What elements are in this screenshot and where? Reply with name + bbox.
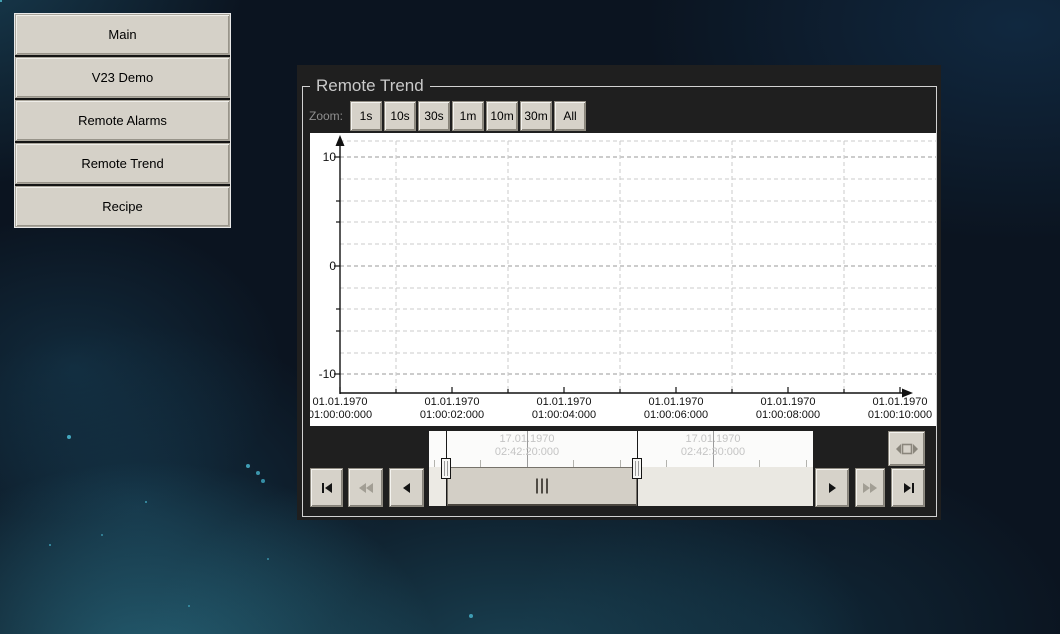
- fast-forward-icon: [861, 480, 879, 496]
- skip-to-start-button[interactable]: [310, 468, 343, 507]
- step-backward-icon: [399, 480, 415, 496]
- ruler-tick: [759, 460, 760, 467]
- zoom-button-1m[interactable]: 1m: [452, 101, 484, 131]
- ruler-tick: [573, 460, 574, 467]
- remote-trend-panel: Remote Trend Zoom: 1s 10s 30s 1m 10m 30m…: [297, 65, 941, 520]
- y-tick-label: 0: [310, 259, 336, 273]
- range-zoom-button[interactable]: [888, 431, 925, 466]
- thumb-grip-icon: [536, 479, 548, 494]
- step-forward-button[interactable]: [815, 468, 849, 507]
- fast-backward-button[interactable]: [348, 468, 383, 507]
- zoom-button-10m[interactable]: 10m: [486, 101, 518, 131]
- background-smoke-dots: [0, 0, 2, 2]
- sidebar-item-v23-demo[interactable]: V23 Demo: [15, 57, 230, 98]
- ruler-tick: [806, 460, 807, 467]
- ruler-tick: [480, 460, 481, 467]
- step-backward-button[interactable]: [389, 468, 424, 507]
- skip-to-start-icon: [319, 480, 335, 496]
- y-tick-label: 10: [310, 150, 336, 164]
- x-tick-label: 01.01.197001:00:10:000: [860, 396, 936, 422]
- sidebar-item-main[interactable]: Main: [15, 14, 230, 55]
- panel-title: Remote Trend: [310, 76, 430, 96]
- scrollbar-thumb[interactable]: [447, 467, 637, 506]
- fast-forward-button[interactable]: [855, 468, 885, 507]
- y-tick-label: -10: [310, 367, 336, 381]
- sidebar-item-recipe[interactable]: Recipe: [15, 186, 230, 227]
- zoom-button-30m[interactable]: 30m: [520, 101, 552, 131]
- step-forward-icon: [824, 480, 840, 496]
- sidebar: Main V23 Demo Remote Alarms Remote Trend…: [14, 13, 231, 228]
- skip-to-end-button[interactable]: [891, 468, 925, 507]
- fast-backward-icon: [357, 480, 375, 496]
- zoom-button-10s[interactable]: 10s: [384, 101, 416, 131]
- x-tick-label: 01.01.197001:00:08:000: [748, 396, 828, 422]
- range-handle-right[interactable]: [632, 458, 642, 479]
- range-zoom-icon: [895, 440, 919, 458]
- range-handle-left[interactable]: [441, 458, 451, 479]
- ruler-marker-label: 17.01.197002:42:20:000: [482, 433, 572, 459]
- chart-grid-and-axes: [310, 133, 936, 426]
- ruler-tick: [434, 460, 435, 467]
- zoom-label: Zoom:: [309, 109, 343, 123]
- zoom-button-all[interactable]: All: [554, 101, 586, 131]
- ruler-tick: [666, 460, 667, 467]
- ruler-tick: [620, 460, 621, 467]
- zoom-button-1s[interactable]: 1s: [350, 101, 382, 131]
- zoom-toolbar: Zoom: 1s 10s 30s 1m 10m 30m All: [309, 101, 588, 131]
- skip-to-end-icon: [900, 480, 916, 496]
- ruler-marker-label: 17.01.197002:42:30:000: [668, 433, 758, 459]
- x-tick-label: 01.01.197001:00:06:000: [636, 396, 716, 422]
- sidebar-item-remote-trend[interactable]: Remote Trend: [15, 143, 230, 184]
- sidebar-item-remote-alarms[interactable]: Remote Alarms: [15, 100, 230, 141]
- time-range-ruler[interactable]: 17.01.197002:42:20:000 17.01.197002:42:3…: [429, 431, 813, 467]
- time-scrollbar-track[interactable]: [429, 467, 813, 506]
- x-tick-label: 01.01.197001:00:00:000: [310, 396, 380, 422]
- zoom-button-30s[interactable]: 30s: [418, 101, 450, 131]
- x-tick-label: 01.01.197001:00:04:000: [524, 396, 604, 422]
- trend-chart[interactable]: 10 0 -10 01.01.197001:00:00:000 01.01.19…: [310, 133, 936, 426]
- x-tick-label: 01.01.197001:00:02:000: [412, 396, 492, 422]
